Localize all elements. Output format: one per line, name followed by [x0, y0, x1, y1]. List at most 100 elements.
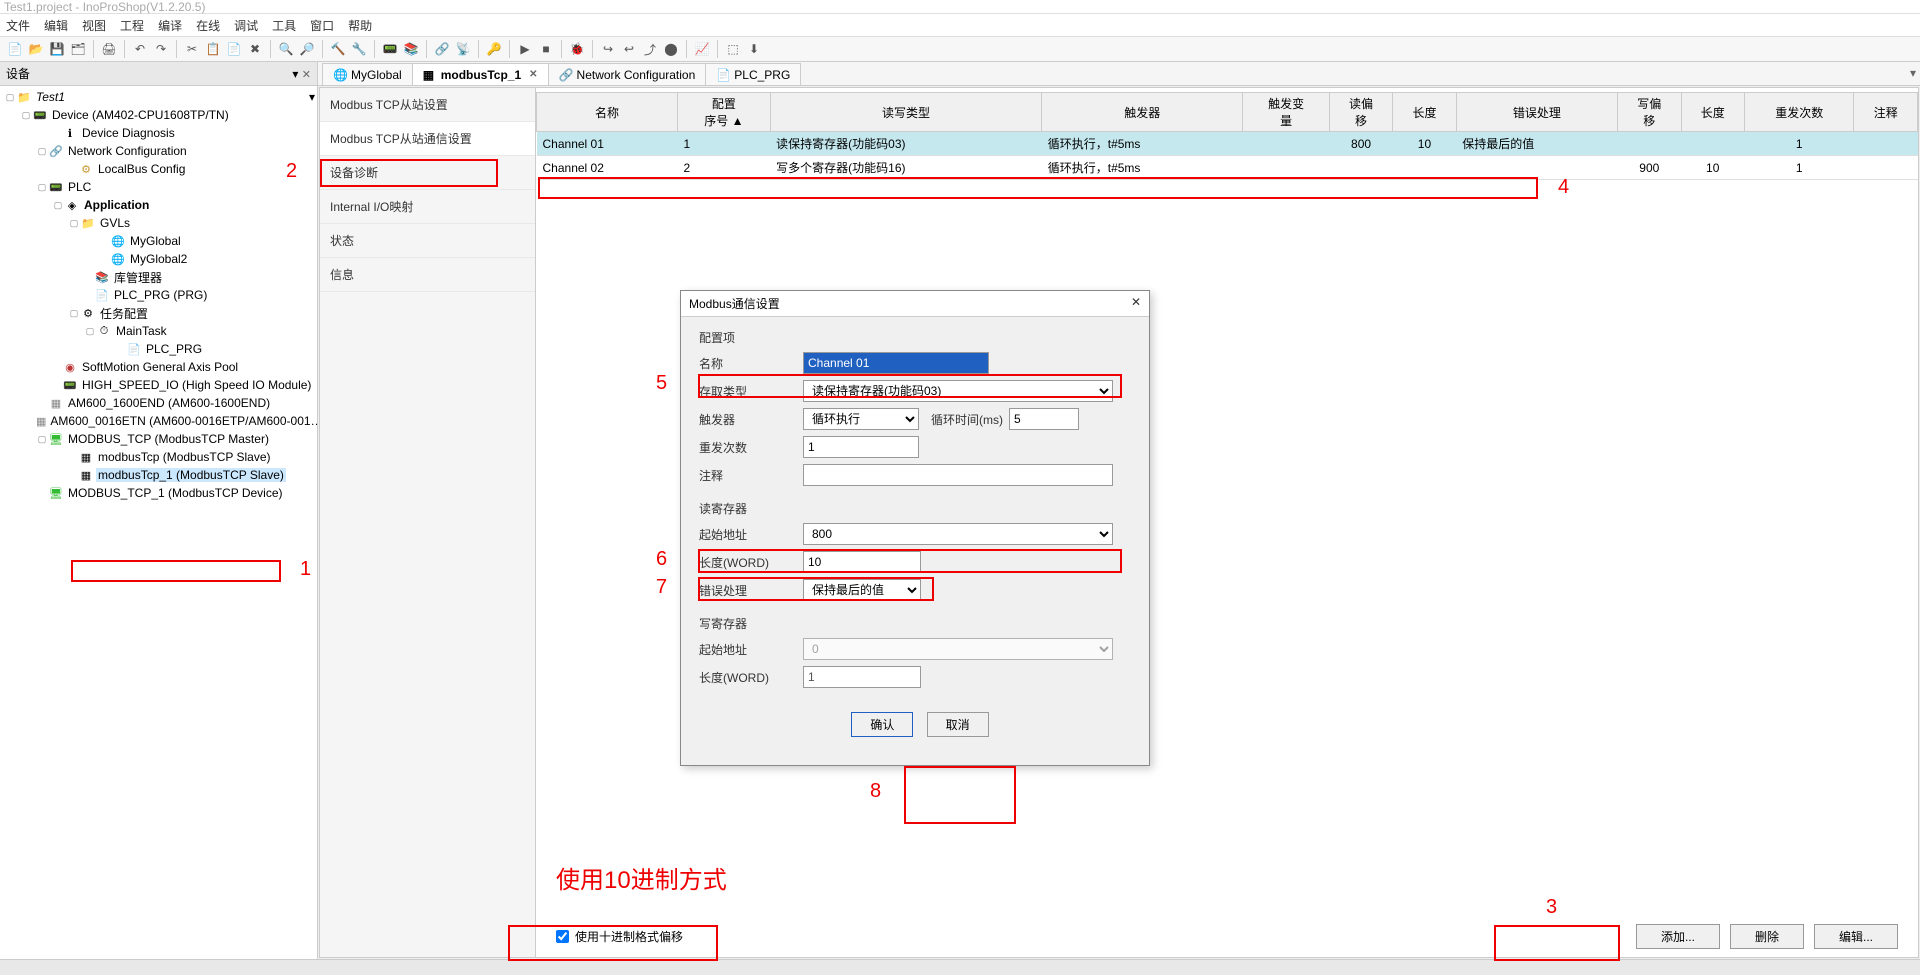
panel-pin-icon[interactable]: ▾: [292, 67, 298, 81]
tb-stepout-icon[interactable]: ⤴: [641, 40, 659, 58]
menu-help[interactable]: 帮助: [348, 17, 372, 34]
menu-tools[interactable]: 工具: [272, 17, 296, 34]
menu-edit[interactable]: 编辑: [44, 17, 68, 34]
tb-cut-icon[interactable]: ✂: [183, 40, 201, 58]
input-name[interactable]: [803, 352, 989, 374]
col-len2[interactable]: 长度: [1681, 93, 1744, 132]
col-len[interactable]: 长度: [1393, 93, 1456, 132]
tb-paste-icon[interactable]: 📄: [225, 40, 243, 58]
menu-compile[interactable]: 编译: [158, 17, 182, 34]
tree-maintask[interactable]: ▢⏱MainTask: [2, 322, 315, 340]
col-err[interactable]: 错误处理: [1456, 93, 1617, 132]
tree-plcprg2[interactable]: 📄PLC_PRG: [2, 340, 315, 358]
tb-trace-icon[interactable]: 📈: [693, 40, 711, 58]
select-err[interactable]: 保持最后的值: [803, 579, 921, 601]
tree-taskcfg[interactable]: ▢⚙任务配置: [2, 304, 315, 322]
tree-plcprg[interactable]: 📄PLC_PRG (PRG): [2, 286, 315, 304]
tb-start-icon[interactable]: ▶: [516, 40, 534, 58]
col-trigger[interactable]: 触发器: [1042, 93, 1243, 132]
tb-stepover-icon[interactable]: ↩: [620, 40, 638, 58]
tb-undo-icon[interactable]: ↶: [131, 40, 149, 58]
add-button[interactable]: 添加...: [1636, 924, 1720, 949]
tb-step-icon[interactable]: ↪: [599, 40, 617, 58]
tb-print-icon[interactable]: 🖨: [100, 40, 118, 58]
tab-netconfig[interactable]: 🔗Network Configuration: [548, 63, 707, 85]
tb-build-icon[interactable]: 🔨: [329, 40, 347, 58]
input-retry[interactable]: [803, 436, 919, 458]
subnav-info[interactable]: 信息: [320, 258, 535, 292]
ok-button[interactable]: 确认: [851, 712, 913, 737]
tab-close-icon[interactable]: ✕: [529, 69, 537, 80]
decimal-offset-checkbox[interactable]: 使用十进制格式偏移: [556, 928, 683, 945]
col-trigvar[interactable]: 触发变 量: [1243, 93, 1329, 132]
col-roff[interactable]: 读偏 移: [1329, 93, 1392, 132]
tb-download-icon[interactable]: ⬇: [745, 40, 763, 58]
tb-new-icon[interactable]: 📄: [6, 40, 24, 58]
tb-delete-icon[interactable]: ✖: [246, 40, 264, 58]
subnav-status[interactable]: 状态: [320, 224, 535, 258]
input-note[interactable]: [803, 464, 1113, 486]
cancel-button[interactable]: 取消: [927, 712, 989, 737]
tb-find-icon[interactable]: 🔍: [277, 40, 295, 58]
tree-diag[interactable]: ℹDevice Diagnosis: [2, 124, 315, 142]
col-retry[interactable]: 重发次数: [1744, 93, 1854, 132]
subnav-diag[interactable]: 设备诊断: [320, 156, 535, 190]
tb-lib-icon[interactable]: 📚: [402, 40, 420, 58]
tb-redo-icon[interactable]: ↷: [152, 40, 170, 58]
tree-gvls[interactable]: ▢📁GVLs: [2, 214, 315, 232]
col-woff[interactable]: 写偏 移: [1618, 93, 1681, 132]
tb-app-icon[interactable]: ⬚: [724, 40, 742, 58]
tb-stop-icon[interactable]: ■: [537, 40, 555, 58]
tb-save-icon[interactable]: 💾: [48, 40, 66, 58]
select-access-type[interactable]: 读保持寄存器(功能码03): [803, 380, 1113, 402]
input-cycle[interactable]: [1009, 408, 1079, 430]
decimal-offset-input[interactable]: [556, 930, 569, 943]
edit-button[interactable]: 编辑...: [1814, 924, 1898, 949]
tree-libmgr[interactable]: 📚库管理器: [2, 268, 315, 286]
tb-network-icon[interactable]: 🔗: [433, 40, 451, 58]
menu-online[interactable]: 在线: [196, 17, 220, 34]
tab-myglobal[interactable]: 🌐MyGlobal: [322, 63, 413, 85]
tb-saveall-icon[interactable]: 🗂: [69, 40, 87, 58]
tree-modbustcp-slave[interactable]: ▦modbusTcp (ModbusTCP Slave): [2, 448, 315, 466]
tree-modbustcp-1[interactable]: ▦modbusTcp_1 (ModbusTCP Slave): [2, 466, 315, 484]
delete-button[interactable]: 删除: [1730, 924, 1804, 949]
tb-login-icon[interactable]: 🔑: [485, 40, 503, 58]
tree-am600-2[interactable]: ▦AM600_0016ETN (AM600-0016ETP/AM600-001…: [2, 412, 315, 430]
subnav-io-map[interactable]: Internal I/O映射: [320, 190, 535, 224]
subnav-slave-settings[interactable]: Modbus TCP从站设置: [320, 88, 535, 122]
col-cfgno[interactable]: 配置 序号 ▲: [678, 93, 771, 132]
tree-myglobal[interactable]: 🌐MyGlobal: [2, 232, 315, 250]
subnav-comm-settings[interactable]: Modbus TCP从站通信设置: [320, 122, 535, 156]
tb-scan-icon[interactable]: 📡: [454, 40, 472, 58]
tab-plcprg[interactable]: 📄PLC_PRG: [705, 63, 801, 85]
table-row[interactable]: Channel 02 2 写多个寄存器(功能码16) 循环执行，t#5ms 90…: [537, 156, 1918, 180]
menu-file[interactable]: 文件: [6, 17, 30, 34]
dialog-close-icon[interactable]: ✕: [1131, 295, 1141, 312]
tb-device-icon[interactable]: 📟: [381, 40, 399, 58]
tree-modbus-tcp[interactable]: ▢🖥MODBUS_TCP (ModbusTCP Master): [2, 430, 315, 448]
menu-view[interactable]: 视图: [82, 17, 106, 34]
tree-device[interactable]: ▢📟Device (AM402-CPU1608TP/TN): [2, 106, 315, 124]
tabs-dropdown-icon[interactable]: ▾: [1910, 66, 1916, 80]
tree-am600-1[interactable]: ▦AM600_1600END (AM600-1600END): [2, 394, 315, 412]
col-note[interactable]: 注释: [1854, 93, 1918, 132]
tb-copy-icon[interactable]: 📋: [204, 40, 222, 58]
tree-highspeed[interactable]: 📟HIGH_SPEED_IO (High Speed IO Module): [2, 376, 315, 394]
tb-bp-icon[interactable]: ⬤: [662, 40, 680, 58]
tb-open-icon[interactable]: 📂: [27, 40, 45, 58]
dialog-titlebar[interactable]: Modbus通信设置 ✕: [681, 291, 1149, 317]
select-read-start[interactable]: 800: [803, 523, 1113, 545]
channel-grid[interactable]: 名称 配置 序号 ▲ 读写类型 触发器 触发变 量 读偏 移 长度 错误处理 写…: [536, 92, 1918, 180]
tree-softmotion[interactable]: ◉SoftMotion General Axis Pool: [2, 358, 315, 376]
tab-modbustcp1[interactable]: ▦modbusTcp_1✕: [412, 63, 549, 85]
menu-debug[interactable]: 调试: [234, 17, 258, 34]
tb-debug-icon[interactable]: 🐞: [568, 40, 586, 58]
menu-project[interactable]: 工程: [120, 17, 144, 34]
device-tree[interactable]: ▢📁Test1▾ ▢📟Device (AM402-CPU1608TP/TN) ℹ…: [0, 86, 317, 959]
input-read-len[interactable]: [803, 551, 921, 573]
tree-modbus-dev[interactable]: 🖥MODBUS_TCP_1 (ModbusTCP Device): [2, 484, 315, 502]
tree-localbus[interactable]: ⚙LocalBus Config: [2, 160, 315, 178]
tree-root[interactable]: ▢📁Test1▾: [2, 88, 315, 106]
panel-close-icon[interactable]: ✕: [302, 69, 311, 81]
